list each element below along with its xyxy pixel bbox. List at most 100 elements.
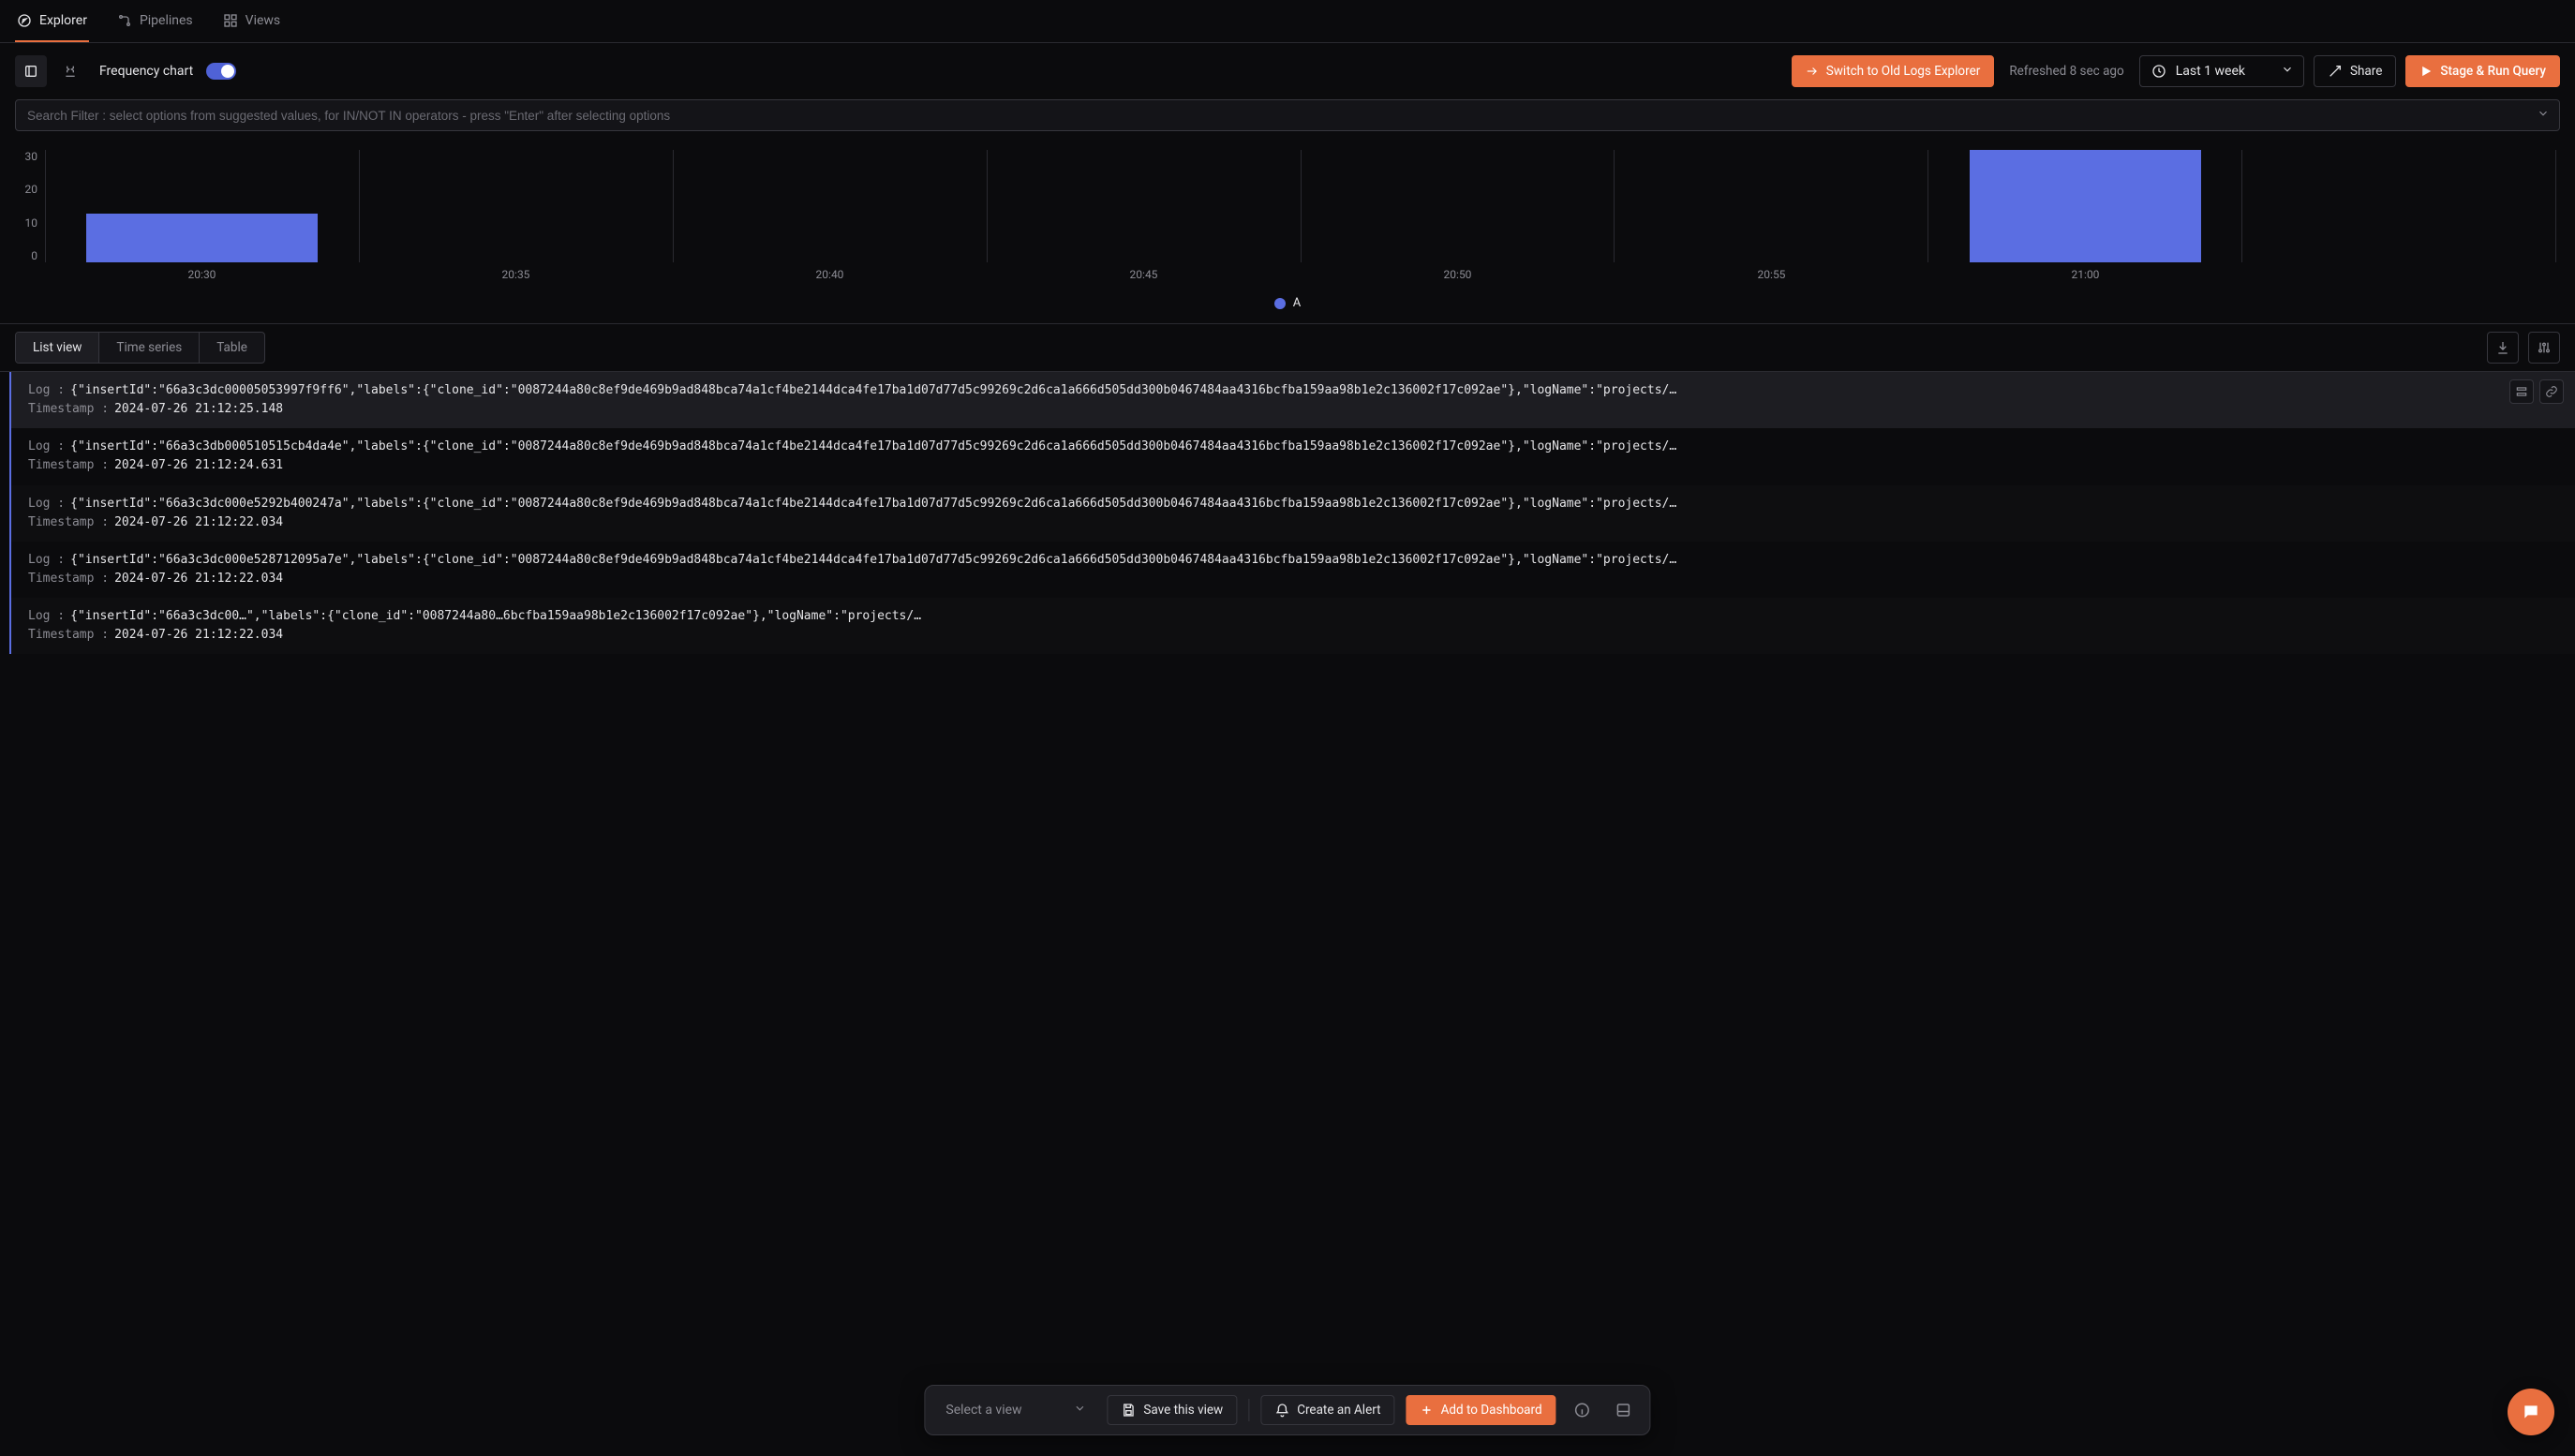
chart-legend: A [19, 290, 2556, 319]
switch-old-logs-button[interactable]: Switch to Old Logs Explorer [1792, 55, 1995, 87]
log-key: Log : [28, 495, 65, 513]
view-switch-row: List view Time series Table [0, 323, 2575, 372]
frequency-chart: 30 20 10 0 20:3020:3520:4020:4520:5020:5… [0, 141, 2575, 323]
select-view-dropdown[interactable]: Select a view [936, 1395, 1095, 1425]
chart-column[interactable] [2242, 150, 2556, 262]
timestamp-value: 2024-07-26 21:12:22.034 [114, 513, 283, 532]
frequency-chart-label: Frequency chart [99, 64, 193, 79]
log-list[interactable]: Log : {"insertId":"66a3c3dc00005053997f9f… [0, 372, 2575, 1456]
view-segmented-control: List view Time series Table [15, 332, 265, 364]
time-range-picker[interactable]: Last 1 week [2139, 55, 2304, 87]
grid-icon [223, 13, 238, 28]
x-tick: 20:50 [1301, 262, 1615, 290]
chart-column[interactable] [1302, 150, 1615, 262]
tab-explorer[interactable]: Explorer [15, 0, 89, 42]
log-row[interactable]: Log : {"insertId":"66a3c3dc00…","labels":… [9, 598, 2575, 654]
timestamp-key: Timestamp : [28, 626, 109, 645]
timestamp-key: Timestamp : [28, 570, 109, 588]
chevron-down-icon [2537, 107, 2550, 124]
log-key: Log : [28, 551, 65, 570]
button-label: Stage & Run Query [2440, 64, 2546, 79]
toolbar: Frequency chart Switch to Old Logs Explo… [0, 43, 2575, 99]
settings-sliders-button[interactable] [2528, 332, 2560, 364]
log-row[interactable]: Log :{"insertId":"66a3c3dc000e528712095a… [9, 542, 2575, 598]
refreshed-label: Refreshed 8 sec ago [2003, 64, 2129, 79]
x-tick: 20:45 [987, 262, 1301, 290]
chart-column[interactable] [360, 150, 674, 262]
log-body: {"insertId":"66a3c3dc00005053997f9ff6","… [70, 381, 1676, 400]
tab-pipelines[interactable]: Pipelines [115, 0, 195, 42]
x-tick: 20:30 [45, 262, 359, 290]
x-tick: 21:00 [1928, 262, 2242, 290]
timestamp-key: Timestamp : [28, 513, 109, 532]
chart-column[interactable] [46, 150, 360, 262]
chevron-down-icon [2281, 63, 2294, 80]
time-range-label: Last 1 week [2176, 64, 2245, 79]
top-nav: Explorer Pipelines Views [0, 0, 2575, 43]
log-body: {"insertId":"66a3c3db000510515cb4da4e","… [70, 438, 1676, 456]
seg-time-series[interactable]: Time series [99, 333, 200, 363]
raw-query-toggle[interactable] [54, 55, 86, 87]
log-row[interactable]: Log : {"insertId":"66a3c3dc00005053997f9f… [9, 372, 2575, 428]
log-row[interactable]: Log : {"insertId":"66a3c3dc000e5292b40024… [9, 485, 2575, 542]
button-label: Share [2350, 64, 2382, 79]
timestamp-value: 2024-07-26 21:12:22.034 [114, 570, 283, 588]
chart-y-axis: 30 20 10 0 [19, 150, 45, 262]
pipeline-icon [117, 13, 132, 28]
chart-column[interactable] [1615, 150, 1928, 262]
search-filter-bar[interactable] [15, 99, 2560, 131]
tab-label: Views [246, 13, 281, 28]
log-key: Log : [28, 381, 65, 400]
expand-icon[interactable] [1609, 1395, 1639, 1425]
toggle-knob [221, 65, 234, 78]
timestamp-key: Timestamp : [28, 400, 109, 419]
share-button[interactable]: Share [2314, 55, 2396, 87]
y-tick: 20 [19, 183, 37, 196]
chart-bar[interactable] [1970, 150, 2201, 262]
chart-column[interactable] [1928, 150, 2242, 262]
run-query-button[interactable]: Stage & Run Query [2405, 55, 2560, 87]
frequency-chart-toggle[interactable] [206, 63, 236, 80]
divider [1248, 1399, 1249, 1421]
x-tick: 20:55 [1615, 262, 1928, 290]
compass-icon [17, 13, 32, 28]
chat-fab[interactable] [2508, 1389, 2554, 1435]
log-body: {"insertId":"66a3c3dc00…","labels":{"clo… [70, 607, 921, 626]
timestamp-key: Timestamp : [28, 456, 109, 475]
chart-column[interactable] [988, 150, 1302, 262]
query-builder-toggle[interactable] [15, 55, 47, 87]
info-icon[interactable] [1568, 1395, 1598, 1425]
button-label: Create an Alert [1297, 1403, 1380, 1418]
log-row[interactable]: Log : {"insertId":"66a3c3db000510515cb4da… [9, 428, 2575, 484]
create-alert-button[interactable]: Create an Alert [1260, 1395, 1394, 1425]
save-view-button[interactable]: Save this view [1107, 1395, 1237, 1425]
timestamp-value: 2024-07-26 21:12:25.148 [114, 400, 283, 419]
log-key: Log : [28, 438, 65, 456]
search-filter-input[interactable] [25, 108, 2537, 124]
add-to-dashboard-button[interactable]: Add to Dashboard [1407, 1395, 1556, 1425]
link-icon[interactable] [2539, 379, 2564, 404]
seg-table[interactable]: Table [200, 333, 264, 363]
seg-list-view[interactable]: List view [16, 333, 99, 363]
download-button[interactable] [2487, 332, 2519, 364]
timestamp-value: 2024-07-26 21:12:24.631 [114, 456, 283, 475]
tab-views[interactable]: Views [221, 0, 283, 42]
context-icon[interactable] [2509, 379, 2534, 404]
floating-action-bar: Select a view Save this view Create an A… [924, 1385, 1650, 1435]
x-tick: 20:40 [673, 262, 987, 290]
legend-label: A [1293, 296, 1301, 310]
y-tick: 10 [19, 216, 37, 230]
chart-column[interactable] [674, 150, 988, 262]
button-label: Switch to Old Logs Explorer [1826, 64, 1981, 79]
tab-label: Pipelines [140, 13, 193, 28]
chart-bar[interactable] [86, 214, 318, 262]
log-body: {"insertId":"66a3c3dc000e5292b400247a","… [70, 495, 1676, 513]
y-tick: 30 [19, 150, 37, 163]
tab-label: Explorer [39, 13, 87, 28]
log-key: Log : [28, 607, 65, 626]
select-placeholder: Select a view [945, 1403, 1021, 1418]
y-tick: 0 [19, 249, 37, 262]
button-label: Add to Dashboard [1441, 1403, 1542, 1418]
button-label: Save this view [1143, 1403, 1223, 1418]
chevron-down-icon [1073, 1402, 1086, 1419]
